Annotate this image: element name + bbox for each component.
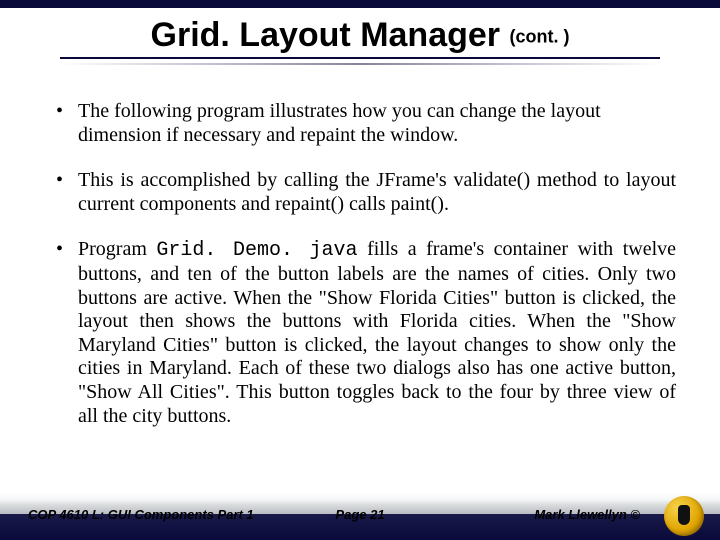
- title-cont: (cont. ): [509, 27, 569, 47]
- footer-author: Mark Llewellyn ©: [534, 507, 640, 522]
- bullet-text: The following program illustrates how yo…: [78, 100, 601, 146]
- footer-course: COP 4610 L: GUI Components Part 1: [28, 507, 254, 522]
- slide-title: Grid. Layout Manager (cont. ): [60, 16, 660, 59]
- bullet-list: The following program illustrates how yo…: [54, 100, 676, 428]
- title-underline: [60, 63, 660, 65]
- bullet-item: Program Grid. Demo. java fills a frame's…: [54, 238, 676, 428]
- bullet-text-pre: Program: [78, 238, 156, 260]
- title-area: Grid. Layout Manager (cont. ): [60, 16, 660, 65]
- bullet-code: Grid. Demo. java: [156, 239, 357, 262]
- body: The following program illustrates how yo…: [54, 100, 676, 450]
- logo-icon: [664, 496, 704, 536]
- footer: COP 4610 L: GUI Components Part 1 Page 2…: [0, 492, 720, 540]
- footer-page: Page 21: [335, 507, 384, 522]
- logo-disc: [664, 496, 704, 536]
- title-main: Grid. Layout Manager: [151, 16, 510, 54]
- bullet-item: The following program illustrates how yo…: [54, 100, 676, 147]
- bullet-item: This is accomplished by calling the JFra…: [54, 169, 676, 216]
- bullet-text-post: fills a frame's container with twelve bu…: [78, 238, 676, 426]
- bullet-text: This is accomplished by calling the JFra…: [78, 169, 676, 215]
- slide: Grid. Layout Manager (cont. ) The follow…: [0, 0, 720, 540]
- top-border-bar: [0, 0, 720, 8]
- logo-pegasus: [678, 505, 690, 525]
